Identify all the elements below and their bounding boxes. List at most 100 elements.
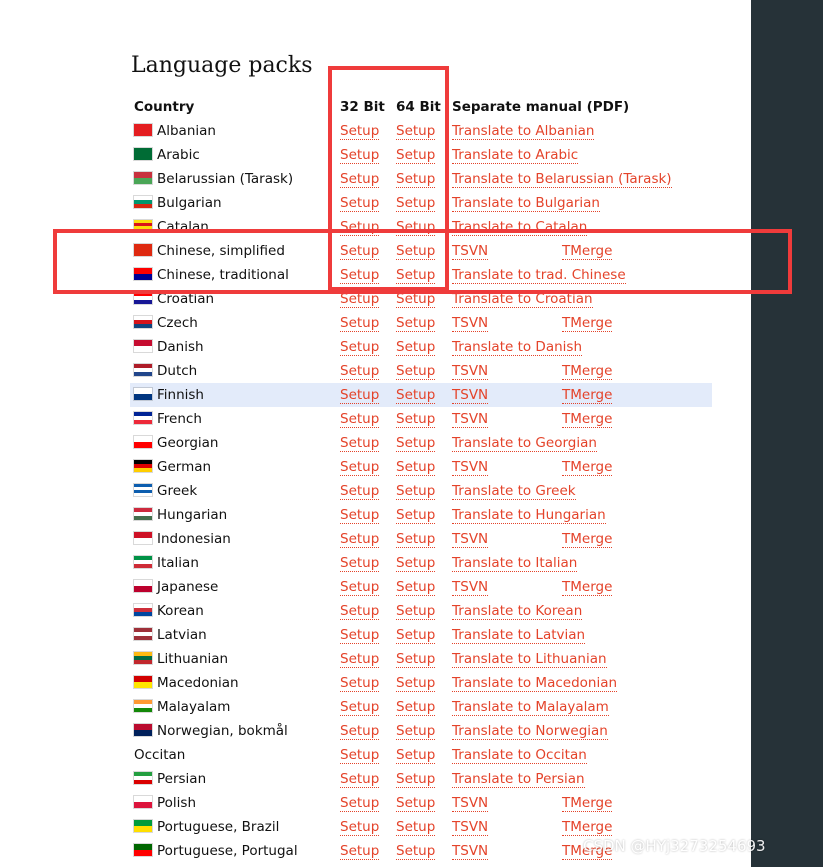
setup-32bit-link[interactable]: Setup bbox=[340, 459, 380, 476]
setup-32bit-link[interactable]: Setup bbox=[340, 603, 380, 620]
manual-tsvn-link[interactable]: TSVN bbox=[452, 579, 489, 596]
manual-tsvn-link[interactable]: TSVN bbox=[452, 819, 489, 836]
manual-translate-link[interactable]: Translate to Danish bbox=[452, 339, 582, 356]
manual-tsvn-link[interactable]: TSVN bbox=[452, 795, 489, 812]
manual-tsvn-link[interactable]: TSVN bbox=[452, 411, 489, 428]
manual-translate-link[interactable]: Translate to Albanian bbox=[452, 123, 595, 140]
manual-tmerge-link[interactable]: TMerge bbox=[562, 459, 613, 476]
manual-tsvn-link[interactable]: TSVN bbox=[452, 315, 489, 332]
setup-64bit-link[interactable]: Setup bbox=[396, 627, 436, 644]
setup-64bit-link[interactable]: Setup bbox=[396, 675, 436, 692]
manual-translate-link[interactable]: Translate to Arabic bbox=[452, 147, 579, 164]
setup-64bit-link[interactable]: Setup bbox=[396, 339, 436, 356]
setup-64bit-link[interactable]: Setup bbox=[396, 147, 436, 164]
setup-64bit-link[interactable]: Setup bbox=[396, 483, 436, 500]
manual-tsvn-link[interactable]: TSVN bbox=[452, 243, 489, 260]
setup-32bit-link[interactable]: Setup bbox=[340, 195, 380, 212]
setup-32bit-link[interactable]: Setup bbox=[340, 483, 380, 500]
manual-tmerge-link[interactable]: TMerge bbox=[562, 795, 613, 812]
setup-64bit-link[interactable]: Setup bbox=[396, 195, 436, 212]
setup-32bit-link[interactable]: Setup bbox=[340, 363, 380, 380]
manual-translate-link[interactable]: Translate to Hungarian bbox=[452, 507, 606, 524]
manual-translate-link[interactable]: Translate to Lithuanian bbox=[452, 651, 607, 668]
manual-tsvn-link[interactable]: TSVN bbox=[452, 843, 489, 860]
manual-translate-link[interactable]: Translate to Korean bbox=[452, 603, 583, 620]
manual-tsvn-link[interactable]: TSVN bbox=[452, 363, 489, 380]
manual-translate-link[interactable]: Translate to Greek bbox=[452, 483, 576, 500]
setup-32bit-link[interactable]: Setup bbox=[340, 147, 380, 164]
setup-32bit-link[interactable]: Setup bbox=[340, 507, 380, 524]
setup-64bit-link[interactable]: Setup bbox=[396, 243, 436, 260]
manual-translate-link[interactable]: Translate to Norwegian bbox=[452, 723, 608, 740]
setup-64bit-link[interactable]: Setup bbox=[396, 699, 436, 716]
manual-translate-link[interactable]: Translate to Georgian bbox=[452, 435, 597, 452]
setup-64bit-link[interactable]: Setup bbox=[396, 795, 436, 812]
manual-translate-link[interactable]: Translate to Latvian bbox=[452, 627, 586, 644]
setup-64bit-link[interactable]: Setup bbox=[396, 315, 436, 332]
setup-64bit-link[interactable]: Setup bbox=[396, 291, 436, 308]
setup-64bit-link[interactable]: Setup bbox=[396, 747, 436, 764]
setup-32bit-link[interactable]: Setup bbox=[340, 723, 380, 740]
setup-64bit-link[interactable]: Setup bbox=[396, 171, 436, 188]
manual-tmerge-link[interactable]: TMerge bbox=[562, 363, 613, 380]
setup-64bit-link[interactable]: Setup bbox=[396, 435, 436, 452]
setup-64bit-link[interactable]: Setup bbox=[396, 387, 436, 404]
manual-tmerge-link[interactable]: TMerge bbox=[562, 315, 613, 332]
setup-32bit-link[interactable]: Setup bbox=[340, 339, 380, 356]
manual-translate-link[interactable]: Translate to Occitan bbox=[452, 747, 587, 764]
setup-32bit-link[interactable]: Setup bbox=[340, 267, 380, 284]
setup-64bit-link[interactable]: Setup bbox=[396, 843, 436, 860]
setup-64bit-link[interactable]: Setup bbox=[396, 459, 436, 476]
setup-32bit-link[interactable]: Setup bbox=[340, 243, 380, 260]
setup-32bit-link[interactable]: Setup bbox=[340, 771, 380, 788]
manual-tmerge-link[interactable]: TMerge bbox=[562, 531, 613, 548]
manual-translate-link[interactable]: Translate to Bulgarian bbox=[452, 195, 600, 212]
manual-translate-link[interactable]: Translate to Catalan bbox=[452, 219, 588, 236]
setup-32bit-link[interactable]: Setup bbox=[340, 699, 380, 716]
setup-64bit-link[interactable]: Setup bbox=[396, 723, 436, 740]
setup-32bit-link[interactable]: Setup bbox=[340, 675, 380, 692]
manual-translate-link[interactable]: Translate to trad. Chinese bbox=[452, 267, 626, 284]
manual-tsvn-link[interactable]: TSVN bbox=[452, 531, 489, 548]
setup-32bit-link[interactable]: Setup bbox=[340, 795, 380, 812]
setup-64bit-link[interactable]: Setup bbox=[396, 819, 436, 836]
setup-32bit-link[interactable]: Setup bbox=[340, 411, 380, 428]
setup-64bit-link[interactable]: Setup bbox=[396, 123, 436, 140]
manual-tmerge-link[interactable]: TMerge bbox=[562, 387, 613, 404]
manual-translate-link[interactable]: Translate to Croatian bbox=[452, 291, 593, 308]
manual-tmerge-link[interactable]: TMerge bbox=[562, 579, 613, 596]
setup-32bit-link[interactable]: Setup bbox=[340, 291, 380, 308]
setup-64bit-link[interactable]: Setup bbox=[396, 651, 436, 668]
setup-64bit-link[interactable]: Setup bbox=[396, 363, 436, 380]
setup-32bit-link[interactable]: Setup bbox=[340, 579, 380, 596]
setup-64bit-link[interactable]: Setup bbox=[396, 507, 436, 524]
manual-translate-link[interactable]: Translate to Belarussian (Tarask) bbox=[452, 171, 672, 188]
setup-32bit-link[interactable]: Setup bbox=[340, 747, 380, 764]
setup-64bit-link[interactable]: Setup bbox=[396, 771, 436, 788]
setup-32bit-link[interactable]: Setup bbox=[340, 627, 380, 644]
manual-tmerge-link[interactable]: TMerge bbox=[562, 819, 613, 836]
setup-32bit-link[interactable]: Setup bbox=[340, 219, 380, 236]
manual-tmerge-link[interactable]: TMerge bbox=[562, 411, 613, 428]
setup-64bit-link[interactable]: Setup bbox=[396, 603, 436, 620]
setup-32bit-link[interactable]: Setup bbox=[340, 651, 380, 668]
setup-32bit-link[interactable]: Setup bbox=[340, 435, 380, 452]
setup-32bit-link[interactable]: Setup bbox=[340, 123, 380, 140]
manual-translate-link[interactable]: Translate to Macedonian bbox=[452, 675, 618, 692]
setup-64bit-link[interactable]: Setup bbox=[396, 579, 436, 596]
setup-64bit-link[interactable]: Setup bbox=[396, 411, 436, 428]
manual-translate-link[interactable]: Translate to Malayalam bbox=[452, 699, 609, 716]
manual-tsvn-link[interactable]: TSVN bbox=[452, 459, 489, 476]
manual-tsvn-link[interactable]: TSVN bbox=[452, 387, 489, 404]
setup-32bit-link[interactable]: Setup bbox=[340, 531, 380, 548]
manual-tmerge-link[interactable]: TMerge bbox=[562, 243, 613, 260]
manual-translate-link[interactable]: Translate to Persian bbox=[452, 771, 585, 788]
setup-64bit-link[interactable]: Setup bbox=[396, 219, 436, 236]
setup-32bit-link[interactable]: Setup bbox=[340, 819, 380, 836]
setup-32bit-link[interactable]: Setup bbox=[340, 843, 380, 860]
setup-32bit-link[interactable]: Setup bbox=[340, 387, 380, 404]
setup-64bit-link[interactable]: Setup bbox=[396, 267, 436, 284]
manual-translate-link[interactable]: Translate to Italian bbox=[452, 555, 578, 572]
setup-64bit-link[interactable]: Setup bbox=[396, 531, 436, 548]
setup-32bit-link[interactable]: Setup bbox=[340, 315, 380, 332]
